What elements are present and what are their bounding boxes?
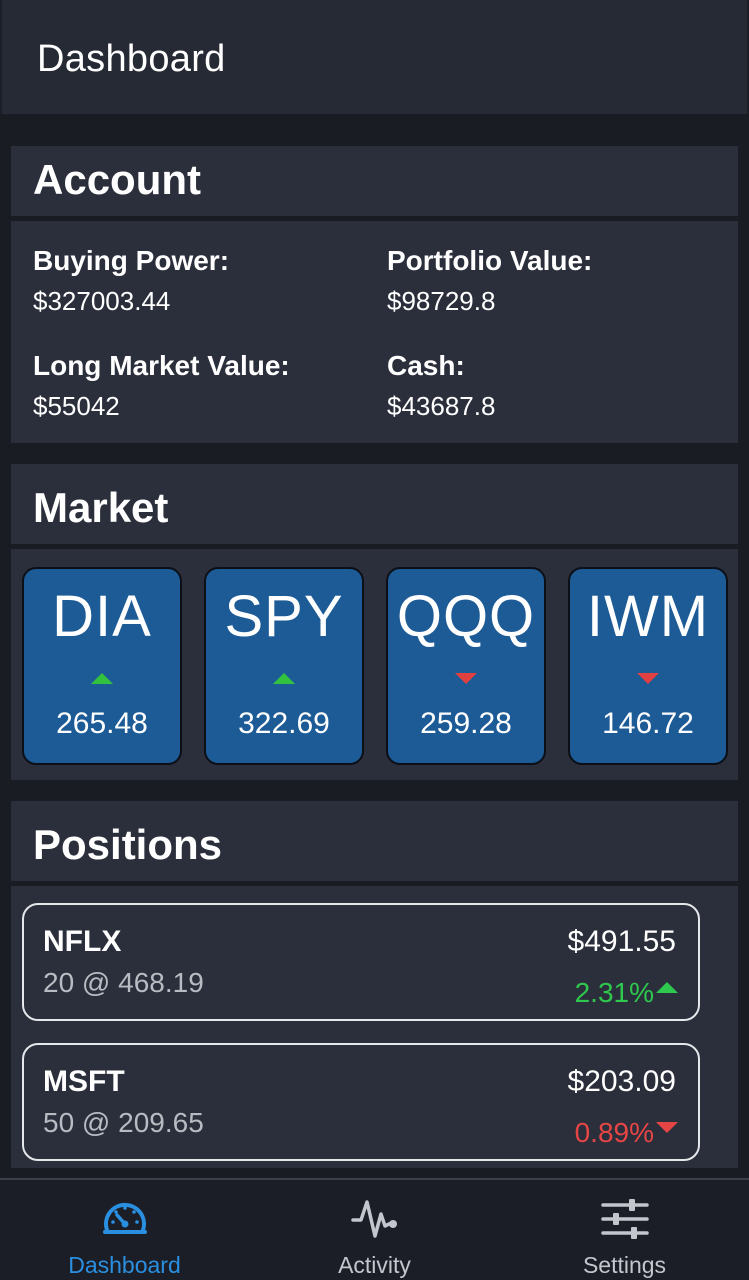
bottom-nav: Dashboard Activity Settings bbox=[0, 1178, 749, 1280]
nav-label: Settings bbox=[582, 1252, 667, 1278]
nav-item-activity[interactable]: Activity bbox=[250, 1180, 499, 1280]
tile-price: 259.28 bbox=[420, 707, 512, 740]
position-row-msft[interactable]: MSFT 50 @ 209.65 $203.09 0.89% bbox=[22, 1043, 700, 1161]
tile-symbol: DIA bbox=[52, 584, 152, 649]
nav-item-settings[interactable]: Settings bbox=[500, 1180, 749, 1280]
account-label: Long Market Value: bbox=[33, 350, 290, 381]
market-tile-spy[interactable]: SPY 322.69 bbox=[204, 567, 364, 765]
position-symbol: NFLX bbox=[43, 925, 122, 958]
position-quantity: 50 @ 209.65 bbox=[43, 1107, 204, 1138]
tile-price: 146.72 bbox=[602, 707, 694, 740]
tile-symbol: IWM bbox=[586, 584, 710, 649]
account-portfolio-value: Portfolio Value: $98729.8 bbox=[387, 245, 592, 317]
position-change: 0.89% bbox=[574, 1117, 654, 1148]
account-value: $98729.8 bbox=[387, 286, 496, 316]
account-value: $327003.44 bbox=[33, 286, 171, 316]
account-label: Cash: bbox=[387, 350, 465, 381]
positions-header: Positions bbox=[11, 801, 738, 881]
tile-symbol: QQQ bbox=[396, 584, 536, 649]
arrow-up-icon bbox=[273, 673, 295, 684]
market-title: Market bbox=[33, 484, 169, 531]
nav-label: Activity bbox=[338, 1252, 411, 1278]
arrow-down-icon bbox=[656, 1122, 678, 1133]
position-quantity: 20 @ 468.19 bbox=[43, 967, 204, 998]
account-buying-power: Buying Power: $327003.44 bbox=[33, 245, 229, 317]
arrow-up-icon bbox=[91, 673, 113, 684]
tile-price: 322.69 bbox=[238, 707, 330, 740]
tile-price: 265.48 bbox=[56, 707, 148, 740]
account-label: Buying Power: bbox=[33, 245, 230, 276]
position-symbol: MSFT bbox=[43, 1065, 125, 1098]
account-title: Account bbox=[33, 156, 201, 203]
account-label: Portfolio Value: bbox=[387, 245, 593, 276]
nav-item-dashboard[interactable]: Dashboard bbox=[0, 1180, 249, 1280]
app-header: Dashboard bbox=[0, 0, 749, 114]
positions-title: Positions bbox=[33, 821, 223, 868]
page-title: Dashboard bbox=[37, 38, 226, 80]
market-card: DIA 265.48 SPY 322.69 QQQ 259.28 IWM 146… bbox=[11, 549, 738, 780]
account-value: $55042 bbox=[33, 391, 120, 421]
speedometer-icon bbox=[102, 1202, 147, 1234]
activity-pulse-icon bbox=[350, 1200, 397, 1238]
market-tile-dia[interactable]: DIA 265.48 bbox=[22, 567, 182, 765]
account-value: $43687.8 bbox=[387, 391, 496, 421]
nav-label: Dashboard bbox=[68, 1252, 181, 1278]
positions-card: NFLX 20 @ 468.19 $491.55 2.31% MSFT 50 @… bbox=[11, 886, 738, 1168]
market-header: Market bbox=[11, 464, 738, 544]
position-change: 2.31% bbox=[574, 977, 654, 1008]
account-cash: Cash: $43687.8 bbox=[387, 350, 495, 422]
position-row-nflx[interactable]: NFLX 20 @ 468.19 $491.55 2.31% bbox=[22, 903, 700, 1021]
sliders-icon bbox=[600, 1199, 649, 1239]
arrow-up-icon bbox=[656, 982, 678, 993]
arrow-down-icon bbox=[637, 673, 659, 684]
arrow-down-icon bbox=[455, 673, 477, 684]
account-long-market-value: Long Market Value: $55042 bbox=[33, 350, 290, 422]
position-value: $203.09 bbox=[567, 1065, 676, 1098]
market-tile-qqq[interactable]: QQQ 259.28 bbox=[386, 567, 546, 765]
tile-symbol: SPY bbox=[224, 584, 344, 649]
market-tile-iwm[interactable]: IWM 146.72 bbox=[568, 567, 728, 765]
app-root: Dashboard Account Buying Power: $327003.… bbox=[0, 0, 749, 1280]
account-card: Buying Power: $327003.44 Portfolio Value… bbox=[11, 221, 738, 443]
position-value: $491.55 bbox=[567, 925, 676, 958]
account-header: Account bbox=[11, 146, 738, 216]
